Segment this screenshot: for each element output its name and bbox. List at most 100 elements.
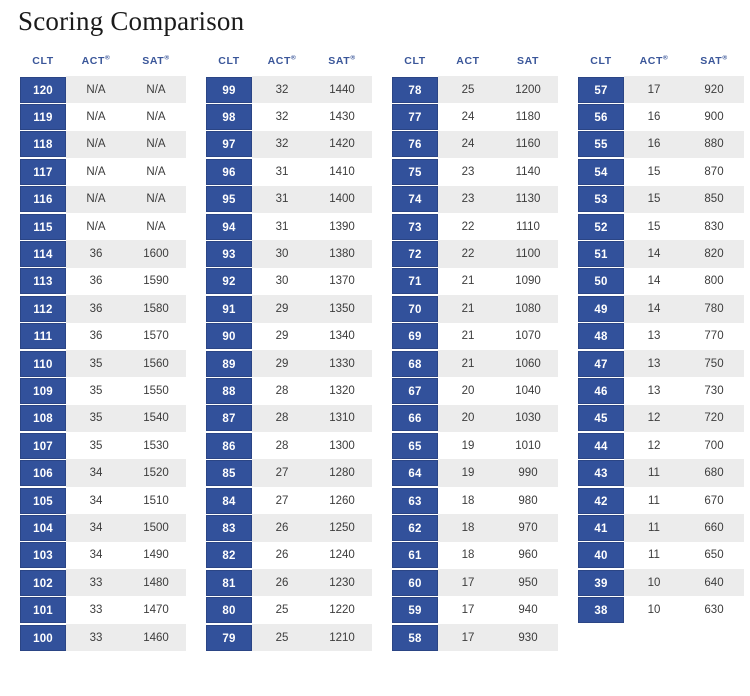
cell-act: N/A (66, 103, 126, 131)
cell-act: 36 (66, 295, 126, 323)
cell-clt: 67 (392, 377, 438, 405)
table-row: 115 N/A N/A (20, 212, 186, 241)
cell-act: 30 (252, 240, 312, 268)
clt-score-chip: 92 (206, 268, 252, 295)
cell-sat: 1280 (312, 459, 372, 487)
cell-clt: 56 (578, 103, 624, 131)
table-row: 94 31 1390 (206, 212, 372, 241)
cell-clt: 74 (392, 185, 438, 213)
table-row: 64 19 990 (392, 459, 558, 487)
clt-score-chip: 41 (578, 514, 624, 541)
cell-clt: 73 (392, 212, 438, 241)
cell-clt: 54 (578, 158, 624, 186)
cell-act: 28 (252, 404, 312, 433)
table-row: 67 20 1040 (392, 377, 558, 405)
table-row: 110 35 1560 (20, 349, 186, 378)
cell-sat: 800 (684, 267, 744, 296)
cell-clt: 88 (206, 377, 252, 405)
clt-score-chip: 58 (392, 624, 438, 651)
clt-score-chip: 87 (206, 405, 252, 432)
cell-sat: 1320 (312, 377, 372, 405)
cell-act: 15 (624, 212, 684, 241)
column-header-clt-label: CLT (32, 55, 54, 67)
cell-act: 11 (624, 541, 684, 570)
cell-sat: 900 (684, 103, 744, 131)
table-row: 105 34 1510 (20, 486, 186, 515)
cell-clt: 68 (392, 349, 438, 378)
clt-score-chip: 77 (392, 104, 438, 131)
clt-score-chip: 83 (206, 514, 252, 541)
cell-clt: 106 (20, 459, 66, 487)
cell-act: 18 (438, 514, 498, 542)
table-row: 109 35 1550 (20, 377, 186, 405)
cell-act: 23 (438, 185, 498, 213)
cell-clt: 118 (20, 130, 66, 159)
cell-clt: 117 (20, 158, 66, 186)
clt-score-chip: 69 (392, 323, 438, 350)
cell-clt: 107 (20, 432, 66, 460)
table-row: 75 23 1140 (392, 158, 558, 186)
cell-sat: 1200 (498, 76, 558, 104)
cell-clt: 95 (206, 185, 252, 213)
column-header-act: ACT (438, 55, 498, 76)
column-header-clt: CLT (206, 55, 252, 76)
registered-trademark-icon: ® (350, 54, 356, 62)
cell-act: 22 (438, 212, 498, 241)
cell-sat: 1220 (312, 596, 372, 624)
score-table: CLT ACT® SAT® 120 N/A N/A 119 N/A N/A 118 N/A N/A 11… (20, 55, 186, 652)
cell-sat: 1260 (312, 486, 372, 515)
cell-sat: 1300 (312, 432, 372, 460)
table-row: 117 N/A N/A (20, 158, 186, 186)
clt-score-chip: 88 (206, 377, 252, 404)
cell-clt: 97 (206, 130, 252, 159)
clt-score-chip: 48 (578, 323, 624, 350)
cell-sat: 1110 (498, 212, 558, 241)
table-row: 120 N/A N/A (20, 76, 186, 104)
cell-act: 21 (438, 295, 498, 323)
cell-clt: 94 (206, 212, 252, 241)
cell-clt: 43 (578, 459, 624, 487)
cell-clt: 96 (206, 158, 252, 186)
score-table: CLT ACT SAT 78 25 1200 77 24 1180 76 24 1160 75 23 114… (392, 55, 558, 652)
cell-act: 14 (624, 240, 684, 268)
cell-clt: 113 (20, 267, 66, 296)
column-header-act: ACT® (624, 55, 684, 76)
column-header-sat-label: SAT (328, 55, 351, 67)
clt-score-chip: 90 (206, 323, 252, 350)
table-row: 102 33 1480 (20, 569, 186, 597)
clt-score-chip: 76 (392, 131, 438, 158)
column-header-act: ACT® (66, 55, 126, 76)
cell-clt: 49 (578, 295, 624, 323)
column-header-clt-label: CLT (404, 55, 426, 67)
cell-clt: 119 (20, 103, 66, 131)
table-header-row: CLT ACT® SAT® (20, 55, 186, 76)
cell-clt: 58 (392, 623, 438, 652)
table-row: 85 27 1280 (206, 459, 372, 487)
cell-clt: 71 (392, 267, 438, 296)
cell-sat: 1590 (126, 267, 186, 296)
cell-clt: 108 (20, 404, 66, 433)
score-table: CLT ACT® SAT® 99 32 1440 98 32 1430 97 32 1420 96 31 1… (206, 54, 372, 652)
table-row: 108 35 1540 (20, 404, 186, 433)
cell-act: 24 (438, 103, 498, 131)
cell-act: 31 (252, 212, 312, 241)
cell-sat: 1210 (312, 623, 372, 652)
table-row: 97 32 1420 (206, 130, 372, 159)
table-row: 95 31 1400 (206, 185, 372, 213)
cell-sat: 1230 (312, 569, 372, 597)
cell-clt: 78 (392, 76, 438, 104)
table-row: 77 24 1180 (392, 103, 558, 131)
cell-act: 28 (252, 377, 312, 405)
cell-sat: 1570 (126, 322, 186, 350)
cell-sat: 1540 (126, 404, 186, 433)
clt-score-chip: 68 (392, 350, 438, 377)
cell-sat: 730 (684, 377, 744, 405)
cell-sat: 830 (684, 212, 744, 241)
table-row: 40 11 650 (578, 541, 744, 570)
cell-act: 29 (252, 295, 312, 323)
score-table-block: CLT ACT® SAT® 57 17 920 56 16 900 55 16 880 54 15 870 5… (578, 55, 744, 624)
table-row: 45 12 720 (578, 404, 744, 433)
clt-score-chip: 96 (206, 158, 252, 185)
cell-sat: 1330 (312, 349, 372, 378)
score-table: CLT ACT® SAT® 57 17 920 56 16 900 55 16 880 54 15 870 5… (578, 55, 744, 624)
